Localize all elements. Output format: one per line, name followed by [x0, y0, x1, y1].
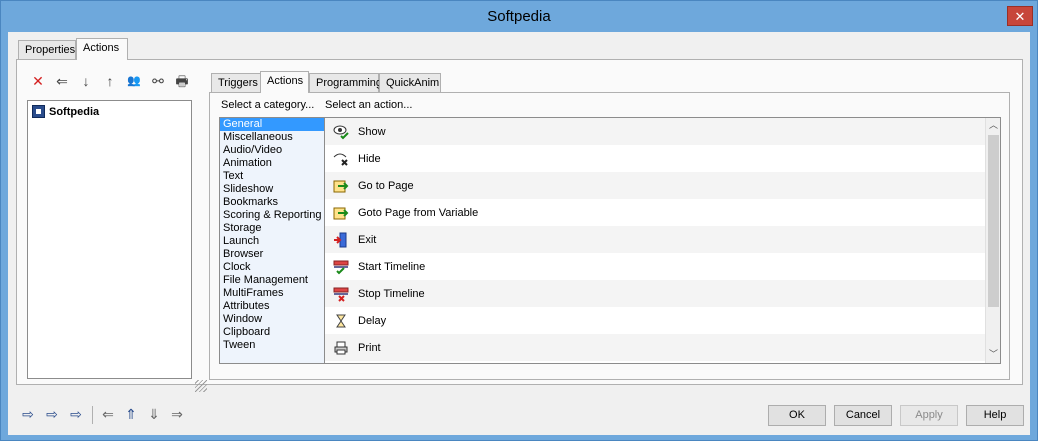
eye-check-icon: [333, 124, 349, 140]
category-list[interactable]: General Miscellaneous Audio/Video Animation…: [219, 117, 325, 364]
tab-actions[interactable]: Actions: [76, 38, 128, 60]
chevron-down-icon[interactable]: ﹀: [986, 347, 1001, 362]
close-button[interactable]: ✕: [1007, 6, 1033, 26]
category-label: Select a category...: [221, 99, 315, 111]
action-item[interactable]: Goto Page from Variable: [325, 199, 1000, 226]
tab-inner-actions[interactable]: Actions: [260, 71, 309, 93]
hourglass-icon: [333, 313, 349, 329]
object-tree[interactable]: Softpedia: [27, 100, 192, 379]
category-item[interactable]: Clock: [220, 261, 324, 274]
users-icon[interactable]: 👥: [123, 71, 145, 91]
title-bar: Softpedia ✕: [1, 1, 1037, 33]
category-item[interactable]: Scoring & Reporting: [220, 209, 324, 222]
category-item[interactable]: Tween: [220, 339, 324, 352]
tab-quickanim[interactable]: QuickAnim: [379, 73, 441, 93]
category-item[interactable]: Text: [220, 170, 324, 183]
cancel-button[interactable]: Cancel: [834, 405, 892, 426]
arrow-left-icon[interactable]: ⇐: [51, 71, 73, 91]
action-item-label: Show: [358, 125, 386, 138]
delete-icon[interactable]: ✕: [27, 71, 49, 91]
page-icon: [32, 105, 45, 118]
action-item[interactable]: Print: [325, 334, 1000, 361]
action-item-label: Goto Page from Variable: [358, 206, 479, 219]
arrow-down-icon[interactable]: ⇓: [143, 403, 165, 425]
action-item-label: Exit: [358, 233, 377, 246]
action-item-label: Delay: [358, 314, 387, 327]
tree-item-root[interactable]: Softpedia: [32, 105, 99, 118]
action-item-label: Print: [358, 341, 381, 354]
dialog-window: Softpedia ✕ Properties Actions ✕ ⇐ ↓ ↑ 👥…: [0, 0, 1038, 441]
action-item[interactable]: Delay: [325, 307, 1000, 334]
action-item[interactable]: Show: [325, 118, 1000, 145]
category-item[interactable]: General: [220, 118, 324, 131]
category-item[interactable]: Browser: [220, 248, 324, 261]
go-page-variable-icon: [333, 205, 349, 221]
action-item[interactable]: Stop Timeline: [325, 280, 1000, 307]
eye-cross-icon: [333, 151, 349, 167]
action-list[interactable]: Show Hide Go to Page Goto Page from Variabl…: [325, 117, 1001, 364]
exit-door-icon: [333, 232, 349, 248]
category-item[interactable]: Launch: [220, 235, 324, 248]
tree-item-label: Softpedia: [49, 105, 100, 118]
arrow-up-icon[interactable]: ↑: [99, 71, 121, 91]
action-item[interactable]: Go to Page: [325, 172, 1000, 199]
dialog-client: Properties Actions ✕ ⇐ ↓ ↑ 👥 ⚯ 🖶 Softped…: [8, 32, 1030, 435]
category-item[interactable]: Attributes: [220, 300, 324, 313]
tab-programming[interactable]: Programming: [309, 73, 382, 93]
category-item[interactable]: Animation: [220, 157, 324, 170]
arrow-up-icon[interactable]: ⇑: [120, 403, 142, 425]
toolbar-separator: [92, 406, 93, 424]
link-icon[interactable]: ⚯: [147, 71, 169, 91]
printer-icon: [333, 340, 349, 356]
action-list-scrollbar[interactable]: ︿ ﹀: [985, 118, 1000, 363]
category-item[interactable]: Clipboard: [220, 326, 324, 339]
action-label: Select an action...: [325, 99, 413, 111]
action-item[interactable]: Exit: [325, 226, 1000, 253]
go-page-icon: [333, 178, 349, 194]
resize-grip[interactable]: [195, 380, 207, 392]
action-item[interactable]: Hide: [325, 145, 1000, 172]
category-item[interactable]: Window: [220, 313, 324, 326]
window-title: Softpedia: [487, 8, 551, 25]
action-item[interactable]: Start Timeline: [325, 253, 1000, 280]
timeline-stop-icon: [333, 286, 349, 302]
tab-triggers[interactable]: Triggers: [211, 73, 261, 93]
category-item[interactable]: Storage: [220, 222, 324, 235]
import-icon[interactable]: ⇨: [17, 403, 39, 425]
action-item-label: Hide: [358, 152, 381, 165]
tab-properties[interactable]: Properties: [18, 40, 76, 60]
action-item-label: Start Timeline: [358, 260, 426, 273]
ok-button[interactable]: OK: [768, 405, 826, 426]
print-icon[interactable]: 🖶: [171, 71, 193, 91]
arrow-right-icon[interactable]: ⇒: [166, 403, 188, 425]
action-item-label: Go to Page: [358, 179, 414, 192]
category-item[interactable]: Audio/Video: [220, 144, 324, 157]
scroll-thumb[interactable]: [988, 135, 999, 307]
chevron-up-icon[interactable]: ︿: [986, 118, 1001, 133]
category-item[interactable]: File Management: [220, 274, 324, 287]
arrow-left-icon[interactable]: ⇐: [97, 403, 119, 425]
help-button[interactable]: Help: [966, 405, 1024, 426]
copy-icon[interactable]: ⇨: [65, 403, 87, 425]
action-item-label: Stop Timeline: [358, 287, 425, 300]
timeline-start-icon: [333, 259, 349, 275]
category-item[interactable]: MultiFrames: [220, 287, 324, 300]
category-item[interactable]: Slideshow: [220, 183, 324, 196]
category-item[interactable]: Bookmarks: [220, 196, 324, 209]
apply-button[interactable]: Apply: [900, 405, 958, 426]
category-item[interactable]: Miscellaneous: [220, 131, 324, 144]
export-icon[interactable]: ⇨: [41, 403, 63, 425]
arrow-down-icon[interactable]: ↓: [75, 71, 97, 91]
